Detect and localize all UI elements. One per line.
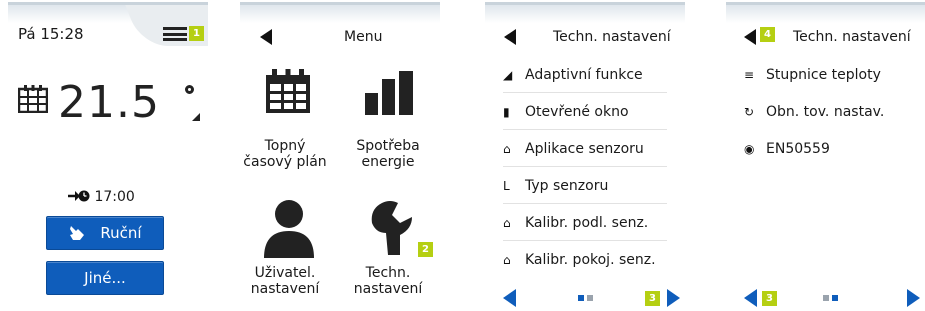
list-item-label: Kalibr. pokoj. senz. xyxy=(525,252,656,268)
list-item-label: Otevřené okno xyxy=(525,103,629,120)
page-title: Techn. nastavení xyxy=(553,29,671,45)
menu-item-tech-settings-label[interactable]: Techn. nastavení xyxy=(343,265,433,297)
prev-page-icon[interactable] xyxy=(744,289,757,307)
menu-item-energy-label[interactable]: Spotřeba energie xyxy=(343,138,433,170)
list-item-temp-scale[interactable]: ≡ Stupnice teploty xyxy=(744,57,908,93)
degree-icon xyxy=(185,85,194,94)
clock-display: Pá 15:28 xyxy=(18,25,84,43)
list-item-label: Kalibr. podl. senz. xyxy=(525,214,649,231)
manual-button[interactable]: Ruční xyxy=(46,216,164,250)
back-arrow-icon[interactable] xyxy=(504,29,516,45)
step-badge: 4 xyxy=(760,27,775,42)
temperature-display: 21.5 xyxy=(58,77,160,128)
house-icon: ⌂ xyxy=(503,215,511,230)
step-badge: 2 xyxy=(418,242,433,257)
page-indicator xyxy=(823,295,838,301)
step-badge: 3 xyxy=(645,291,660,306)
adaptive-icon: ◢ xyxy=(503,67,513,82)
list-item-label: Adaptivní funkce xyxy=(525,66,643,83)
step-badge: 3 xyxy=(762,291,777,306)
menu-item-user-settings-label[interactable]: Uživatel. nastavení xyxy=(240,265,330,297)
list-item-floor-calib[interactable]: ⌂ Kalibr. podl. senz. xyxy=(503,205,667,241)
next-event: 17:00 xyxy=(68,189,135,205)
manual-button-label: Ruční xyxy=(100,224,142,242)
tech-settings-screen-2: 4 Techn. nastavení ≡ Stupnice teploty ↻ … xyxy=(726,2,925,309)
list-item-label: Stupnice teploty xyxy=(766,67,881,83)
list-item-sensor-type[interactable]: L Typ senzoru xyxy=(503,168,667,204)
list-item-label: Obn. tov. nastav. xyxy=(766,104,885,120)
list-item-adaptive[interactable]: ◢ Adaptivní funkce xyxy=(503,57,667,93)
list-item-label: Typ senzoru xyxy=(525,177,609,194)
other-button-label: Jiné... xyxy=(84,269,126,287)
bar-chart-icon[interactable] xyxy=(365,71,413,115)
reset-icon: ↻ xyxy=(744,105,755,119)
house-icon: ⌂ xyxy=(503,141,511,156)
step-badge: 1 xyxy=(189,26,204,41)
hand-icon xyxy=(70,226,85,240)
sensor-type-icon: L xyxy=(503,178,510,193)
tech-settings-screen-1: Techn. nastavení ◢ Adaptivní funkce ▮ Ot… xyxy=(485,2,685,309)
scale-icon: ≡ xyxy=(744,68,755,82)
back-arrow-icon[interactable] xyxy=(260,29,272,45)
list-item-label: Aplikace senzoru xyxy=(525,140,644,157)
other-button[interactable]: Jiné... xyxy=(46,261,164,295)
next-page-icon[interactable] xyxy=(667,289,680,307)
list-item-en50559[interactable]: ◉ EN50559 xyxy=(744,131,908,167)
menu-icon[interactable] xyxy=(163,27,187,41)
corner-icon xyxy=(192,113,200,121)
arrow-clock-icon xyxy=(68,190,90,202)
next-event-time: 17:00 xyxy=(94,189,135,205)
house-icon: ⌂ xyxy=(503,253,511,267)
page-indicator xyxy=(578,295,593,301)
user-icon[interactable] xyxy=(264,200,314,258)
calendar-icon xyxy=(18,85,48,113)
wrench-icon[interactable] xyxy=(370,201,416,257)
list-item-room-calib[interactable]: ⌂ Kalibr. pokoj. senz. xyxy=(503,242,667,278)
prev-page-icon[interactable] xyxy=(503,289,516,307)
home-screen: Pá 15:28 1 21.5 17:00 Ruční Jiné... xyxy=(8,2,208,309)
next-page-icon[interactable] xyxy=(907,289,920,307)
calendar-icon[interactable] xyxy=(266,69,310,113)
window-icon: ▮ xyxy=(503,104,510,119)
list-item-factory-reset[interactable]: ↻ Obn. tov. nastav. xyxy=(744,94,908,130)
globe-icon: ◉ xyxy=(744,142,755,156)
list-item-sensor-app[interactable]: ⌂ Aplikace senzoru xyxy=(503,131,667,167)
page-title: Menu xyxy=(344,29,383,45)
list-item-open-window[interactable]: ▮ Otevřené okno xyxy=(503,94,667,130)
list-item-label: EN50559 xyxy=(766,141,830,157)
page-title: Techn. nastavení xyxy=(793,29,911,45)
back-arrow-icon[interactable] xyxy=(744,29,756,45)
menu-screen: Menu Topný časový plán Spotřeba energie … xyxy=(240,2,440,309)
menu-item-schedule-label[interactable]: Topný časový plán xyxy=(240,138,330,170)
